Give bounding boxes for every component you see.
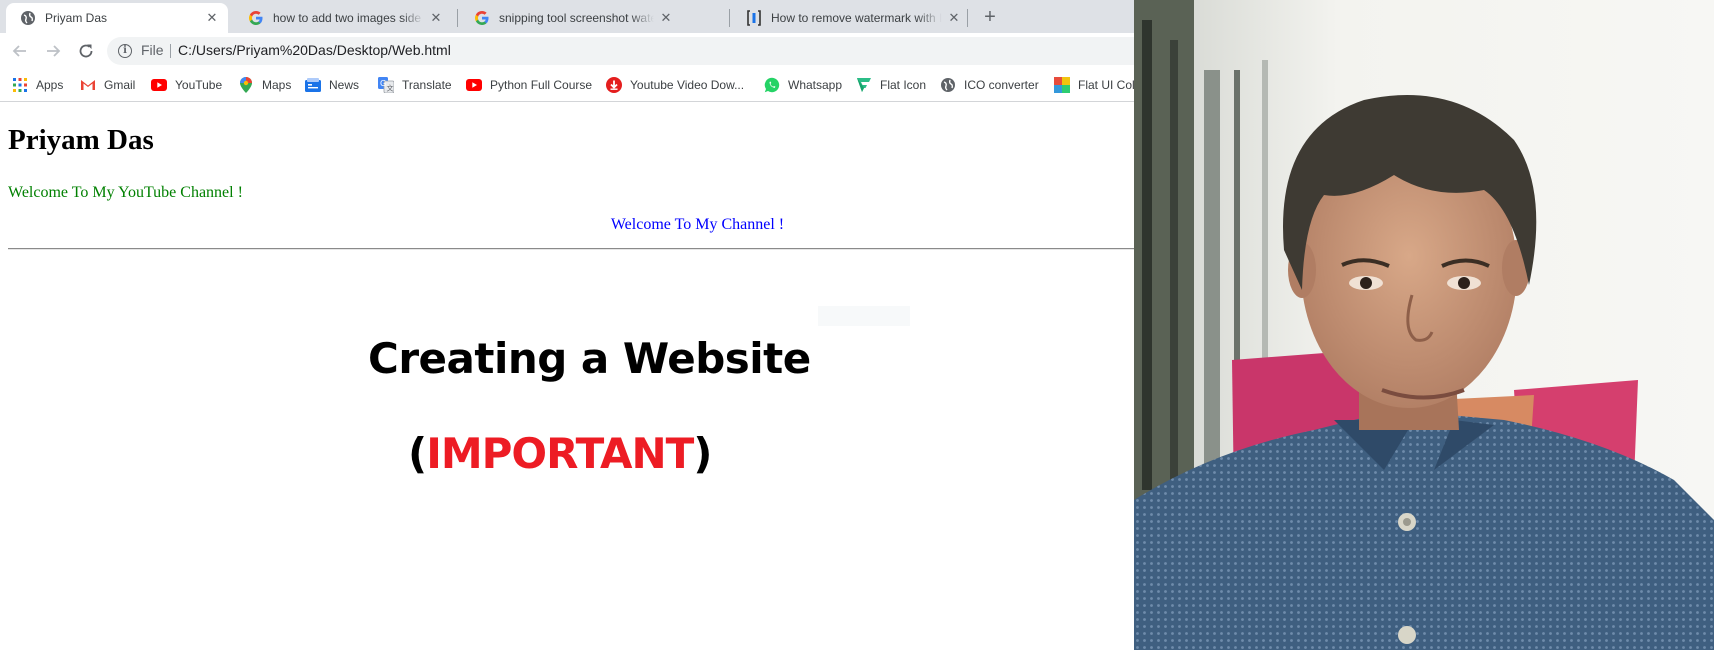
bookmark-label: YouTube (175, 78, 223, 92)
address-bar[interactable]: i File C:/Users/Priyam%20Das/Desktop/Web… (107, 37, 1134, 65)
close-icon[interactable]: ✕ (946, 10, 962, 26)
web-page-content: Priyam Das Welcome To My YouTube Channel… (0, 102, 1134, 650)
creating-website-title: Creating a Website (368, 334, 811, 383)
bookmark-label: Flat Icon (880, 78, 927, 92)
close-paren: ) (693, 429, 712, 478)
bookmark-translate[interactable]: G文 Translate (378, 75, 452, 95)
bookmark-gmail[interactable]: Gmail (80, 75, 135, 95)
youtube-icon (151, 77, 167, 93)
tab-title: snipping tool screenshot watermark (499, 11, 654, 25)
bookmark-ico-converter[interactable]: ICO converter (940, 75, 1039, 95)
bookmark-python-course[interactable]: Python Full Course (466, 75, 592, 95)
back-arrow-icon[interactable] (8, 39, 32, 63)
bookmark-youtube-downloader[interactable]: Youtube Video Dow... (606, 75, 744, 95)
bookmark-label: Translate (402, 78, 452, 92)
tab-separator (967, 9, 968, 27)
youtube-icon (466, 77, 482, 93)
tab-remove-watermark[interactable]: How to remove watermark with Inpaint ✕ (732, 3, 970, 33)
toolbar: i File C:/Users/Priyam%20Das/Desktop/Web… (0, 33, 1134, 69)
bookmark-whatsapp[interactable]: Whatsapp (764, 75, 842, 95)
download-icon (606, 77, 622, 93)
welcome-text-green: Welcome To My YouTube Channel ! (8, 184, 243, 201)
forward-arrow-icon[interactable] (41, 39, 65, 63)
maps-pin-icon (238, 77, 254, 93)
svg-text:G: G (380, 79, 386, 88)
flaticon-icon (856, 77, 872, 93)
welcome-text-blue: Welcome To My Channel ! (610, 216, 785, 233)
new-tab-button[interactable]: + (978, 6, 1002, 30)
bookmark-apps[interactable]: Apps (12, 75, 63, 95)
close-icon[interactable]: ✕ (204, 10, 220, 26)
tab-title: Priyam Das (45, 11, 108, 25)
google-icon (474, 10, 490, 26)
bookmark-label: Maps (262, 78, 292, 92)
reload-icon[interactable] (74, 39, 98, 63)
faint-watermark-box (818, 306, 910, 326)
bookmark-label: Apps (36, 78, 64, 92)
url-text[interactable]: C:/Users/Priyam%20Das/Desktop/Web.html (178, 42, 451, 58)
google-icon (248, 10, 264, 26)
flat-ui-colors-icon (1054, 77, 1070, 93)
tab-strip: Priyam Das ✕ how to add two images side … (0, 0, 1134, 33)
whatsapp-icon (764, 77, 780, 93)
bookmark-label: Gmail (104, 78, 136, 92)
browser-window: Priyam Das ✕ how to add two images side … (0, 0, 1134, 650)
svg-text:文: 文 (387, 84, 394, 93)
tab-separator (457, 9, 458, 27)
news-icon (305, 77, 321, 93)
bookmark-flat-icon[interactable]: Flat Icon (856, 75, 926, 95)
bookmark-label: Flat UI Colors (1078, 78, 1134, 92)
omnibox-separator (170, 44, 171, 58)
tab-title: how to add two images side by side (273, 11, 424, 25)
horizontal-rule (8, 248, 1134, 250)
bookmark-label: Youtube Video Dow... (630, 78, 745, 92)
bookmark-label: Whatsapp (788, 78, 843, 92)
important-word: IMPORTANT (426, 429, 694, 478)
portrait-photo (1134, 0, 1714, 650)
tab-title: How to remove watermark with Inpaint (771, 11, 942, 25)
bookmark-label: News (329, 78, 360, 92)
gmail-icon (80, 77, 96, 93)
bookmark-youtube[interactable]: YouTube (151, 75, 222, 95)
globe-icon (20, 10, 36, 26)
portrait-photo-drawing (1134, 0, 1714, 650)
apps-grid-icon (12, 77, 28, 93)
tab-how-to-add-images[interactable]: how to add two images side by side ✕ (234, 3, 452, 33)
bookmark-flat-ui-colors[interactable]: Flat UI Colors (1054, 75, 1134, 95)
url-scheme: File (141, 42, 164, 58)
translate-icon: G文 (378, 77, 394, 93)
bookmark-label: ICO converter (964, 78, 1039, 92)
info-icon[interactable]: i (118, 44, 132, 58)
open-paren: ( (408, 429, 427, 478)
bookmark-label: Python Full Course (490, 78, 593, 92)
globe-icon (940, 77, 956, 93)
tab-separator (729, 9, 730, 27)
close-icon[interactable]: ✕ (658, 10, 674, 26)
bookmarks-bar: Apps Gmail YouTube Maps News G 文 Transla… (0, 69, 1134, 102)
inpaint-icon (746, 10, 762, 26)
page-heading: Priyam Das (8, 124, 154, 156)
tab-priyam-das[interactable]: Priyam Das ✕ (6, 3, 228, 33)
important-line: (IMPORTANT) (408, 429, 712, 478)
bookmark-news[interactable]: News (305, 75, 359, 95)
tab-snipping-tool[interactable]: snipping tool screenshot watermark ✕ (460, 3, 682, 33)
close-icon[interactable]: ✕ (428, 10, 444, 26)
bookmark-maps[interactable]: Maps (238, 75, 291, 95)
